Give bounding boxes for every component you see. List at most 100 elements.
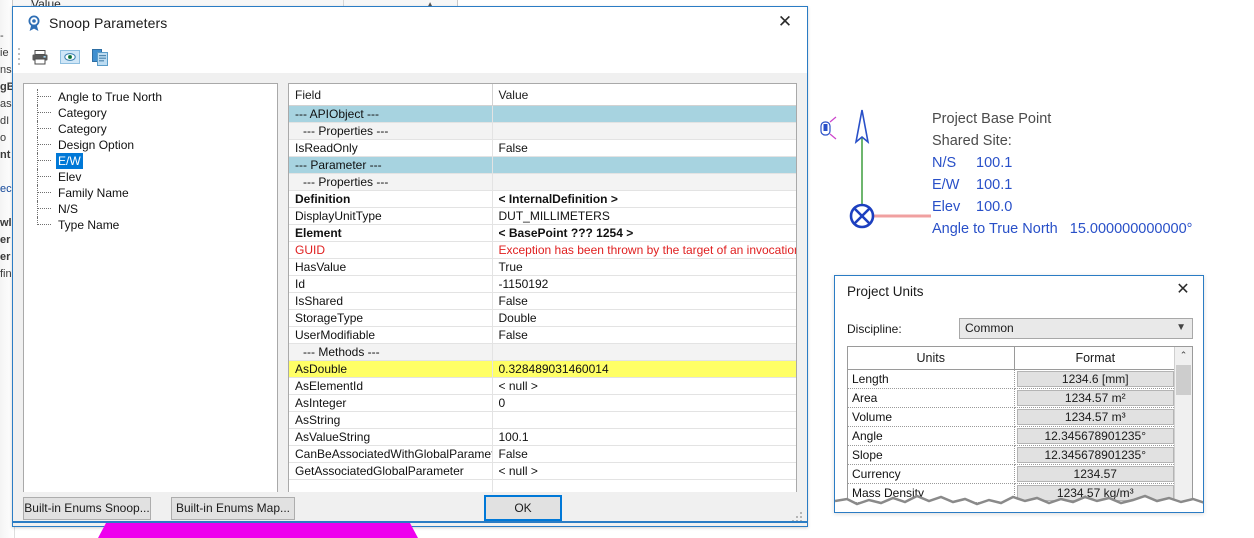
base-point-angle-row[interactable]: Angle to True North 15.000000000000°: [932, 218, 1254, 240]
table-row[interactable]: DisplayUnitType DUT_MILLIMETERS: [289, 207, 796, 225]
grid-body: --- APIObject --- --- Properties --- IsR…: [289, 105, 796, 494]
print-icon[interactable]: [27, 45, 53, 69]
tree-item-elev[interactable]: Elev: [24, 169, 277, 185]
cell-field: AsString: [289, 411, 493, 429]
base-point-elev-row[interactable]: Elev 100.0: [932, 196, 1254, 218]
clip-marker-icon: [820, 116, 837, 140]
cell-unit-format[interactable]: 1234.57 m²: [1014, 388, 1176, 408]
table-row[interactable]: Slope 12.345678901235°: [848, 445, 1176, 465]
units-header-format[interactable]: Format: [1014, 347, 1176, 370]
built-in-enums-snoop-button[interactable]: Built-in Enums Snoop...: [23, 497, 151, 520]
table-row[interactable]: AsInteger 0: [289, 394, 796, 412]
units-header-units[interactable]: Units: [848, 347, 1015, 370]
ok-button[interactable]: OK: [484, 495, 562, 521]
cell-field: UserModifiable: [289, 326, 493, 344]
toolbar-grip[interactable]: [18, 48, 21, 66]
table-row[interactable]: Length 1234.6 [mm]: [848, 369, 1176, 389]
table-row[interactable]: Area 1234.57 m²: [848, 388, 1176, 408]
cell-value: [492, 343, 796, 361]
unit-format-button[interactable]: 1234.57 m²: [1016, 390, 1174, 406]
tree-item-type-name[interactable]: Type Name: [24, 217, 277, 233]
cell-value: 0.328489031460014: [492, 360, 796, 378]
tree-item-angle-to-true-north[interactable]: Angle to True North: [24, 89, 277, 105]
tree-vline: [37, 169, 38, 185]
table-row[interactable]: Currency 1234.57: [848, 464, 1176, 484]
table-row[interactable]: AsElementId < null >: [289, 377, 796, 395]
table-row[interactable]: HasValue True: [289, 258, 796, 276]
table-row[interactable]: --- Methods ---: [289, 343, 796, 361]
cell-field: AsDouble: [289, 360, 493, 378]
scrollbar-thumb[interactable]: [1176, 365, 1191, 395]
units-header-row: Units Format: [848, 347, 1176, 370]
cell-field: Element: [289, 224, 493, 242]
cell-unit-format[interactable]: 12.345678901235°: [1014, 426, 1176, 446]
built-in-enums-map-button[interactable]: Built-in Enums Map...: [171, 497, 295, 520]
discipline-selected-value: Common: [965, 321, 1014, 335]
table-row[interactable]: IsReadOnly False: [289, 139, 796, 157]
close-icon[interactable]: ✕: [1163, 276, 1203, 304]
parameter-detail-grid-panel[interactable]: Field Value --- APIObject --- --- Proper…: [288, 83, 797, 495]
tree-vline: [37, 153, 38, 169]
cell-unit-format[interactable]: 1234.57: [1014, 464, 1176, 484]
tree-item-ns[interactable]: N/S: [24, 201, 277, 217]
unit-format-button[interactable]: 1234.6 [mm]: [1016, 371, 1174, 387]
discipline-select[interactable]: Common ▼: [959, 318, 1193, 339]
grid-header-field[interactable]: Field: [289, 84, 493, 106]
base-point-ew-row[interactable]: E/W 100.1: [932, 174, 1254, 196]
tree-item-family-name[interactable]: Family Name: [24, 185, 277, 201]
table-row[interactable]: Volume 1234.57 m³: [848, 407, 1176, 427]
unit-format-button[interactable]: 1234.57 m³: [1016, 409, 1174, 425]
base-point-ns-row[interactable]: N/S 100.1: [932, 152, 1254, 174]
snoop-app-icon: [25, 15, 43, 33]
tree-item-ew[interactable]: E/W: [24, 153, 277, 169]
table-row[interactable]: GUID Exception has been thrown by the ta…: [289, 241, 796, 259]
tree-item-design-option[interactable]: Design Option: [24, 137, 277, 153]
project-base-point-symbol[interactable]: [812, 106, 932, 236]
scroll-up-icon[interactable]: ⌃: [1175, 347, 1192, 364]
cell-field: CanBeAssociatedWithGlobalParameters: [289, 445, 493, 463]
base-point-elev-value: 100.0: [976, 199, 1013, 215]
snoop-dialog-titlebar[interactable]: Snoop Parameters ✕: [13, 7, 807, 43]
table-row[interactable]: GetAssociatedGlobalParameter < null >: [289, 462, 796, 480]
tree-dash: [37, 144, 51, 145]
unit-format-button[interactable]: 12.345678901235°: [1016, 428, 1174, 444]
table-row[interactable]: Id -1150192: [289, 275, 796, 293]
tree-vline: [37, 89, 38, 105]
copy-icon[interactable]: [87, 45, 113, 69]
table-row[interactable]: --- Properties ---: [289, 173, 796, 191]
close-icon[interactable]: ✕: [763, 7, 807, 37]
parameter-tree-panel[interactable]: Angle to True North Category Category De…: [23, 83, 278, 495]
table-row[interactable]: Definition < InternalDefinition >: [289, 190, 796, 208]
cell-field: --- Methods ---: [289, 343, 493, 361]
unit-format-button[interactable]: 1234.57: [1016, 466, 1174, 482]
unit-format-button[interactable]: 12.345678901235°: [1016, 447, 1174, 463]
tree-item-label: Category: [58, 106, 107, 120]
cell-field: --- Parameter ---: [289, 156, 493, 174]
tree-item-category-2[interactable]: Category: [24, 121, 277, 137]
table-row[interactable]: AsValueString 100.1: [289, 428, 796, 446]
table-row[interactable]: CanBeAssociatedWithGlobalParameters Fals…: [289, 445, 796, 463]
tree-dash: [37, 224, 51, 225]
cell-unit-format[interactable]: 1234.57 m³: [1014, 407, 1176, 427]
table-row[interactable]: StorageType Double: [289, 309, 796, 327]
table-row-selected[interactable]: AsDouble 0.328489031460014: [289, 360, 796, 378]
cell-value: 0: [492, 394, 796, 412]
print-preview-icon[interactable]: [57, 45, 83, 69]
tree-dash: [37, 96, 51, 97]
table-row[interactable]: UserModifiable False: [289, 326, 796, 344]
tree-item-category-1[interactable]: Category: [24, 105, 277, 121]
tree-item-label: Family Name: [58, 186, 129, 200]
table-row[interactable]: AsString: [289, 411, 796, 429]
table-row[interactable]: IsShared False: [289, 292, 796, 310]
table-row[interactable]: --- APIObject ---: [289, 105, 796, 123]
table-row[interactable]: --- Parameter ---: [289, 156, 796, 174]
table-row[interactable]: Angle 12.345678901235°: [848, 426, 1176, 446]
tree-item-label: Design Option: [58, 138, 135, 152]
table-row[interactable]: Element < BasePoint ??? 1254 >: [289, 224, 796, 242]
parameter-tree-list: Angle to True North Category Category De…: [24, 84, 277, 233]
grid-header-value[interactable]: Value: [492, 84, 796, 106]
cell-unit-format[interactable]: 12.345678901235°: [1014, 445, 1176, 465]
table-row[interactable]: --- Properties ---: [289, 122, 796, 140]
cell-unit-name: Angle: [848, 426, 1015, 446]
cell-unit-format[interactable]: 1234.6 [mm]: [1014, 369, 1176, 389]
